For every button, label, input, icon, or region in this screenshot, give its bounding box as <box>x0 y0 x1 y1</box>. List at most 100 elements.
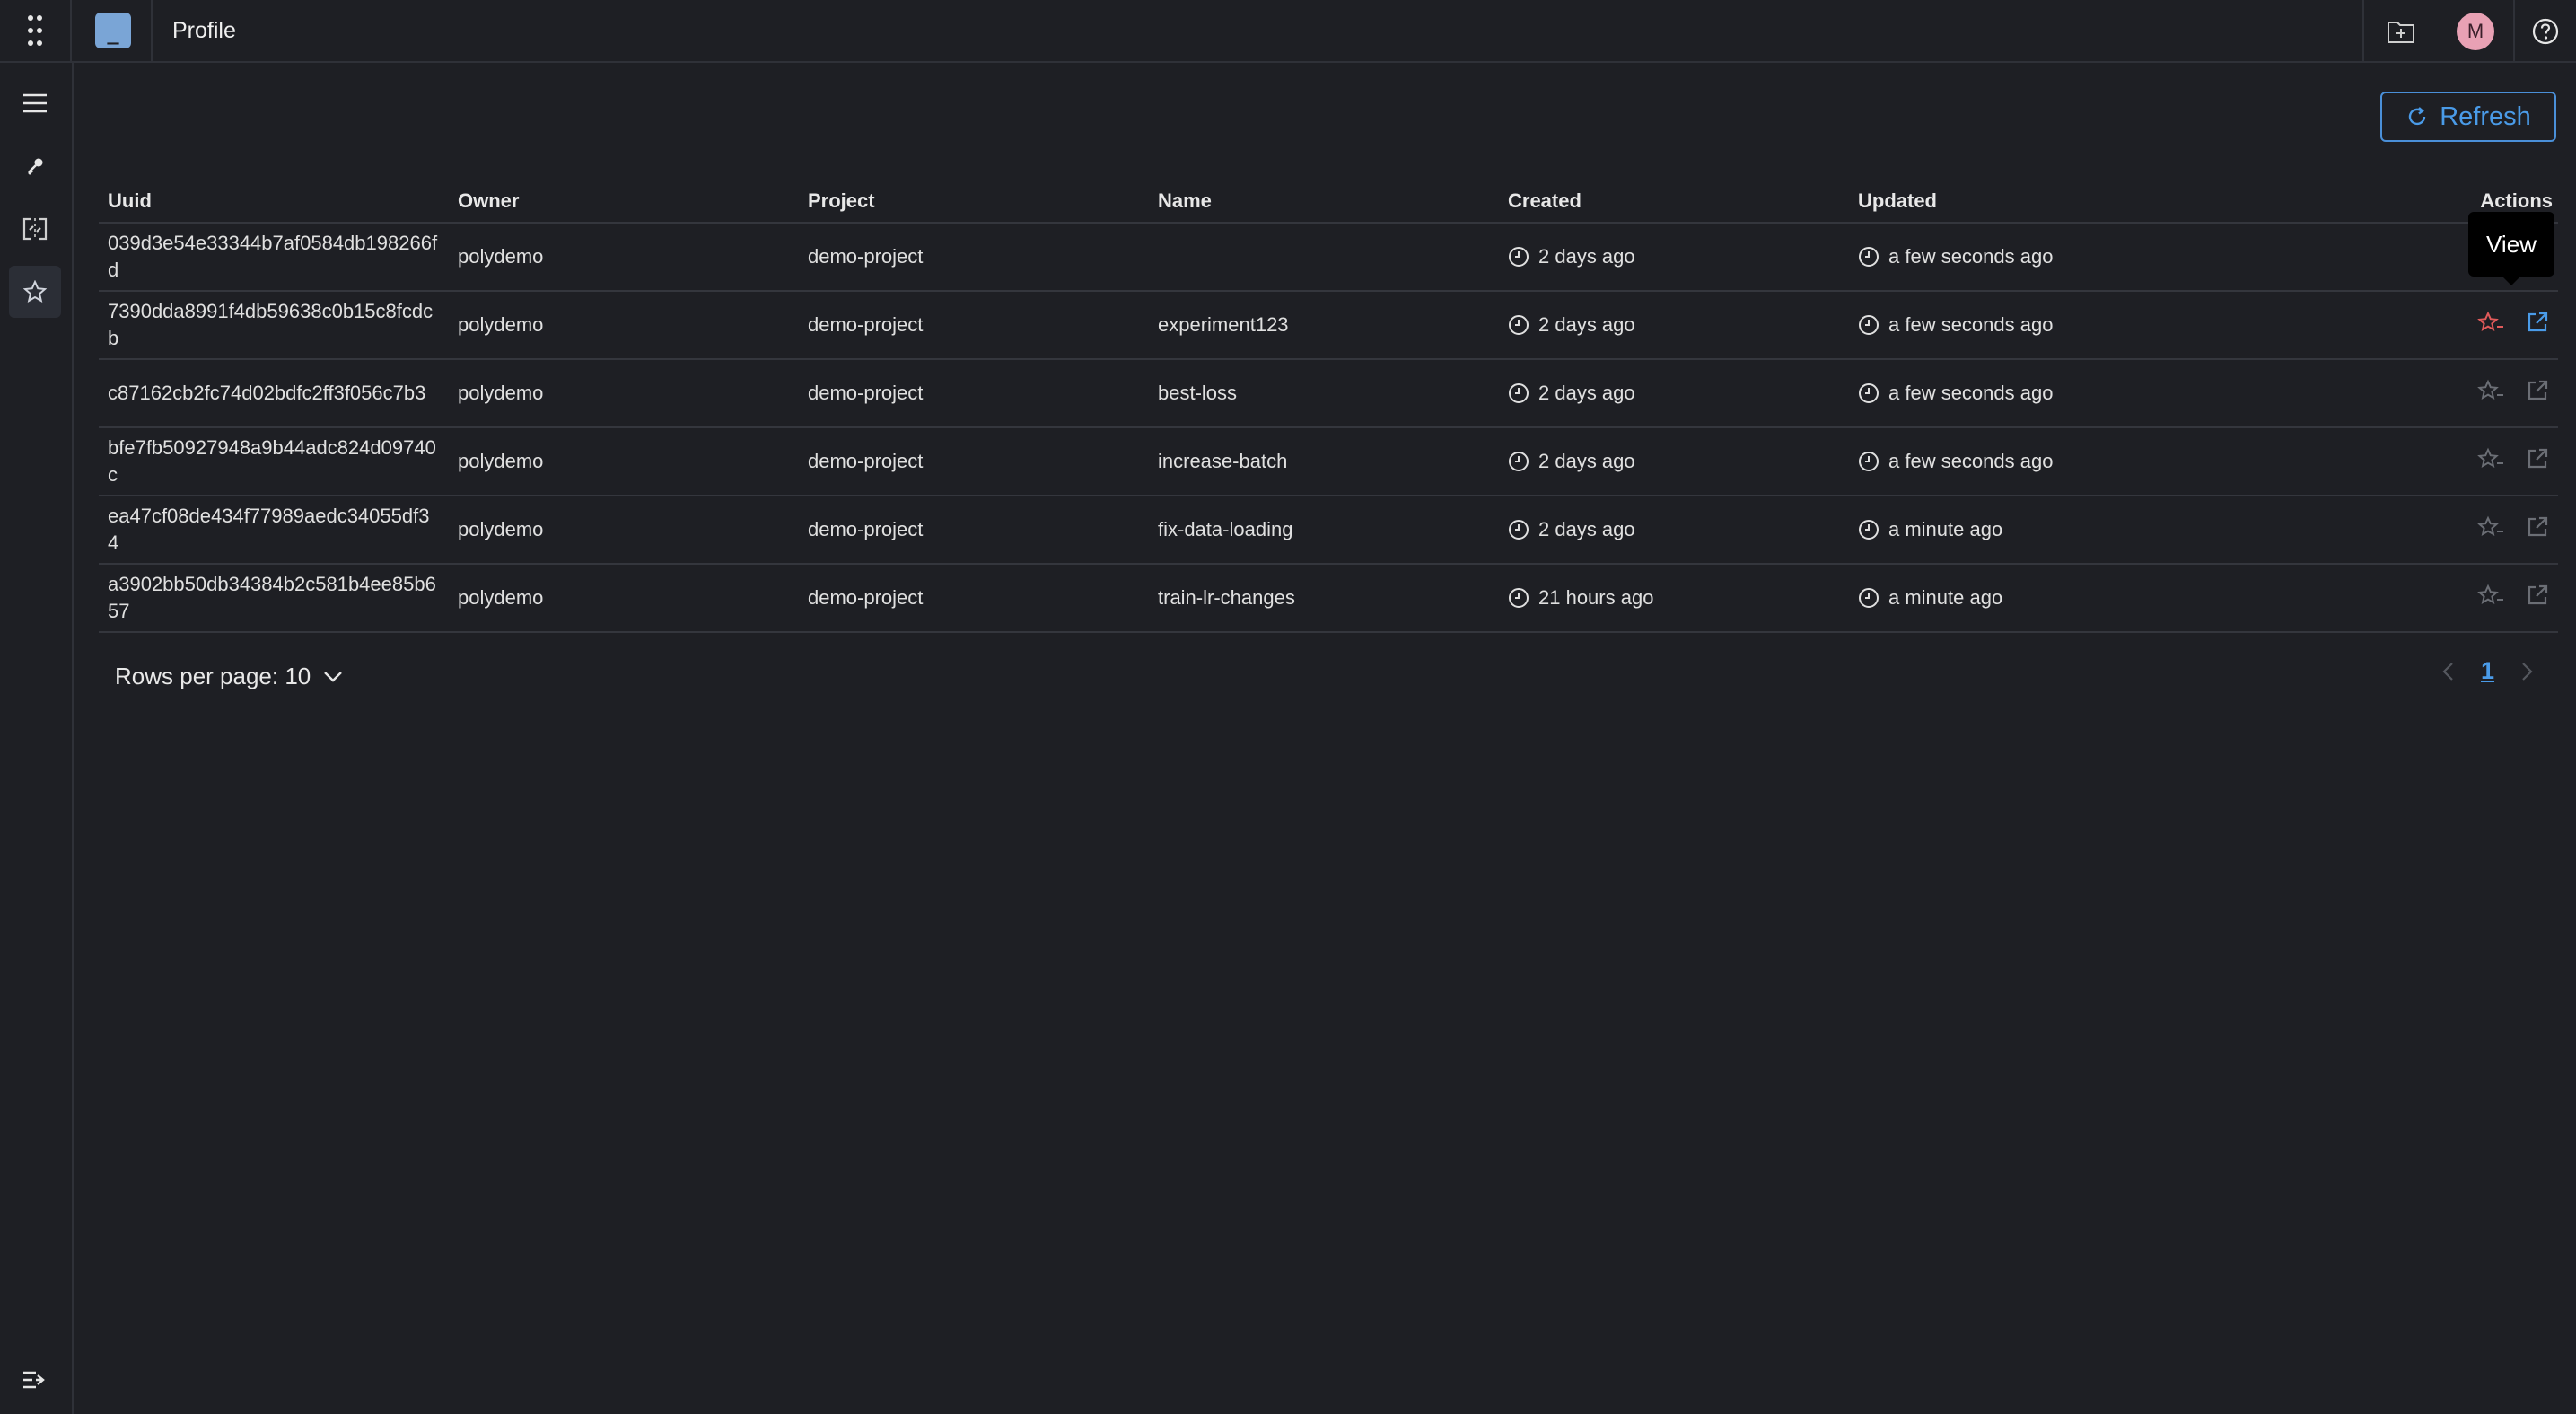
cell-owner: polydemo <box>449 223 799 292</box>
page-number-current[interactable]: 1 <box>2481 657 2494 685</box>
sidebar-item-compare[interactable] <box>9 203 61 255</box>
app-root: _ Profile M Refresh Uuid Owner Project N… <box>0 0 2576 1414</box>
created-text: 21 hours ago <box>1538 586 1654 609</box>
cell-updated: a few seconds ago <box>1849 291 2199 360</box>
cell-uuid: a3902bb50db34384b2c581b4ee85b657 <box>99 564 449 633</box>
pagination: 1 <box>2441 657 2534 685</box>
clock-icon <box>1509 383 1529 403</box>
cell-created: 21 hours ago <box>1499 564 1849 633</box>
created-text: 2 days ago <box>1538 518 1635 540</box>
user-avatar-button[interactable]: M <box>2438 0 2513 63</box>
sidebar-item-bookmarks[interactable] <box>9 266 61 318</box>
help-button[interactable] <box>2513 0 2576 63</box>
page-title: Profile <box>172 17 236 43</box>
table-row[interactable]: ea47cf08de434f77989aedc34055df34 polydemo… <box>99 496 2558 565</box>
cell-project: demo-project <box>799 427 1149 496</box>
column-header-name[interactable]: Name <box>1149 180 1499 224</box>
updated-text: a few seconds ago <box>1888 450 2054 472</box>
star-icon[interactable] <box>2477 584 2504 607</box>
external-link-icon[interactable] <box>2526 515 2549 539</box>
folder-plus-icon <box>2388 22 2414 43</box>
table-row[interactable]: c87162cb2fc74d02bdfc2ff3f056c7b3 polydemo… <box>99 359 2558 428</box>
refresh-icon <box>2409 107 2426 126</box>
cell-created: 2 days ago <box>1499 496 1849 565</box>
compare-icon <box>22 217 48 241</box>
top-right-actions: M <box>2362 0 2576 63</box>
column-header-updated[interactable]: Updated <box>1849 180 2199 224</box>
external-link-icon[interactable] <box>2526 311 2549 334</box>
sidebar-item-tokens[interactable] <box>9 140 61 192</box>
cell-uuid: c87162cb2fc74d02bdfc2ff3f056c7b3 <box>99 359 449 428</box>
column-header-owner[interactable]: Owner <box>449 180 799 224</box>
collapse-sidebar-icon <box>23 1371 45 1389</box>
created-text: 2 days ago <box>1538 450 1635 472</box>
cell-project: demo-project <box>799 359 1149 428</box>
updated-text: a few seconds ago <box>1888 313 2054 336</box>
cell-name: train-lr-changes <box>1149 564 1499 633</box>
cell-project: demo-project <box>799 496 1149 565</box>
apps-grid-button[interactable] <box>0 0 72 62</box>
cell-owner: polydemo <box>449 427 799 496</box>
cell-owner: polydemo <box>449 291 799 360</box>
rows-per-page-select[interactable]: Rows per page: 10 <box>115 663 343 690</box>
cell-uuid: 039d3e54e33344b7af0584db198266fd <box>99 223 449 292</box>
sidebar-collapse-button[interactable] <box>9 1354 61 1406</box>
cell-project: demo-project <box>799 291 1149 360</box>
cell-created: 2 days ago <box>1499 223 1849 292</box>
cell-created: 2 days ago <box>1499 291 1849 360</box>
hamburger-menu-icon <box>23 93 47 113</box>
clock-icon <box>1509 247 1529 267</box>
column-header-project[interactable]: Project <box>799 180 1149 224</box>
sidebar-menu-toggle[interactable] <box>9 77 61 129</box>
table-row[interactable]: a3902bb50db34384b2c581b4ee85b657 polydemo… <box>99 564 2558 633</box>
cell-actions <box>2199 496 2558 565</box>
updated-text: a minute ago <box>1888 518 2003 540</box>
cell-owner: polydemo <box>449 496 799 565</box>
cell-name: experiment123 <box>1149 291 1499 360</box>
refresh-button[interactable]: Refresh <box>2380 92 2556 142</box>
updated-text: a minute ago <box>1888 586 2003 609</box>
external-link-icon[interactable] <box>2526 584 2549 607</box>
cell-name: fix-data-loading <box>1149 496 1499 565</box>
created-text: 2 days ago <box>1538 245 1635 268</box>
column-header-uuid[interactable]: Uuid <box>99 180 449 224</box>
updated-text: a few seconds ago <box>1888 245 2054 268</box>
clock-icon <box>1859 520 1879 540</box>
cell-actions <box>2199 291 2558 360</box>
external-link-icon[interactable] <box>2526 447 2549 470</box>
table-row[interactable]: 7390dda8991f4db59638c0b15c8fcdcb polydemo… <box>99 291 2558 360</box>
cell-name: best-loss <box>1149 359 1499 428</box>
star-icon[interactable] <box>2477 447 2504 470</box>
clock-icon <box>1509 315 1529 335</box>
cell-actions <box>2199 564 2558 633</box>
chevron-left-icon[interactable] <box>2441 662 2454 681</box>
cell-updated: a few seconds ago <box>1849 427 2199 496</box>
external-link-icon[interactable] <box>2526 379 2549 402</box>
cell-project: demo-project <box>799 564 1149 633</box>
runs-table: Uuid Owner Project Name Created Updated … <box>99 180 2558 633</box>
star-icon[interactable] <box>2477 379 2504 402</box>
column-header-created[interactable]: Created <box>1499 180 1849 224</box>
star-icon[interactable] <box>2477 515 2504 539</box>
logo-link[interactable]: _ <box>75 0 153 62</box>
rows-per-page-label: Rows per page: 10 <box>115 663 311 689</box>
star-icon[interactable] <box>2477 311 2504 334</box>
refresh-label: Refresh <box>2440 101 2531 131</box>
cell-actions <box>2199 427 2558 496</box>
cell-updated: a minute ago <box>1849 564 2199 633</box>
chevron-down-icon <box>324 671 343 682</box>
cell-created: 2 days ago <box>1499 359 1849 428</box>
created-text: 2 days ago <box>1538 313 1635 336</box>
clock-icon <box>1509 588 1529 608</box>
table-row[interactable]: bfe7fb50927948a9b44adc824d09740c polydemo… <box>99 427 2558 496</box>
cell-updated: a few seconds ago <box>1849 223 2199 292</box>
clock-icon <box>1859 247 1879 267</box>
chevron-right-icon[interactable] <box>2521 662 2534 681</box>
new-folder-button[interactable] <box>2362 0 2438 63</box>
cell-owner: polydemo <box>449 359 799 428</box>
clock-icon <box>1509 452 1529 471</box>
avatar: M <box>2457 13 2494 50</box>
table-row[interactable]: 039d3e54e33344b7af0584db198266fd polydemo… <box>99 223 2558 292</box>
clock-icon <box>1859 315 1879 335</box>
apps-grid-icon <box>28 15 42 46</box>
